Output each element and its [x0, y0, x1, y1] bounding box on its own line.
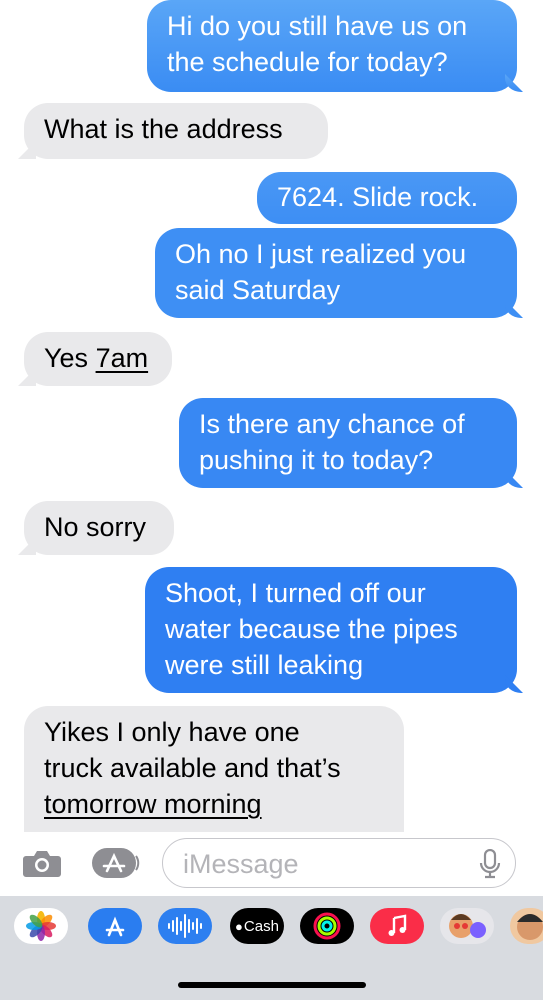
message-sent-bubble[interactable]: Hi do you still have us on the schedule … [147, 0, 517, 92]
cash-label: Cash [243, 917, 279, 935]
message-input-field[interactable] [162, 838, 516, 888]
app-store-icon[interactable] [88, 908, 142, 944]
microphone-icon[interactable] [479, 849, 501, 879]
message-received-bubble[interactable]: No sorry [24, 501, 174, 555]
activity-icon[interactable] [300, 908, 354, 944]
message-received-bubble[interactable]: Yikes I only have one truck available an… [24, 706, 404, 832]
message-line: Hi do you still have us on [167, 11, 468, 41]
camera-icon[interactable] [22, 848, 62, 878]
time-link[interactable]: tomorrow morning [44, 786, 388, 822]
music-icon[interactable] [370, 908, 424, 944]
message-line: truck available and that’s [44, 753, 341, 783]
message-sent-bubble[interactable]: Oh no I just realized you said Saturday [155, 228, 517, 318]
photos-icon[interactable] [14, 908, 68, 944]
message-sent-bubble[interactable]: 7624. Slide rock. [257, 172, 517, 224]
message-line: said Saturday [175, 275, 341, 305]
message-line: pushing it to today? [199, 445, 434, 475]
message-sent-bubble[interactable]: Shoot, I turned off our water because th… [145, 567, 517, 693]
message-input[interactable] [181, 847, 465, 881]
message-composer [0, 832, 543, 894]
message-line: Shoot, I turned off our [165, 578, 426, 608]
message-received-bubble[interactable]: Yes 7am [24, 332, 172, 386]
apple-cash-icon[interactable]: ● Cash [230, 908, 284, 944]
message-line: Is there any chance of [199, 409, 465, 439]
audio-messages-icon[interactable] [158, 908, 212, 944]
message-line: were still leaking [165, 650, 364, 680]
message-line: No sorry [44, 512, 147, 542]
message-line: water because the pipes [165, 614, 458, 644]
time-link[interactable]: 7am [96, 343, 149, 373]
message-received-bubble[interactable]: What is the address [24, 103, 328, 159]
message-sent-bubble[interactable]: Is there any chance of pushing it to tod… [179, 398, 517, 488]
home-indicator [178, 982, 366, 988]
message-line: What is the address [44, 114, 283, 144]
message-line: Yikes I only have one [44, 717, 300, 747]
memoji-icon[interactable] [440, 908, 494, 944]
memoji-icon-2[interactable] [510, 908, 543, 944]
message-line: Oh no I just realized you [175, 239, 467, 269]
message-line: the schedule for today? [167, 47, 448, 77]
apple-logo-icon: ● [235, 918, 243, 934]
message-text: Yes [44, 343, 96, 373]
app-store-button-icon[interactable] [92, 848, 140, 878]
imessage-app-tray: ● Cash [0, 896, 543, 1000]
message-line: Yes 7am [44, 340, 156, 376]
message-line: 7624. Slide rock. [277, 182, 479, 212]
